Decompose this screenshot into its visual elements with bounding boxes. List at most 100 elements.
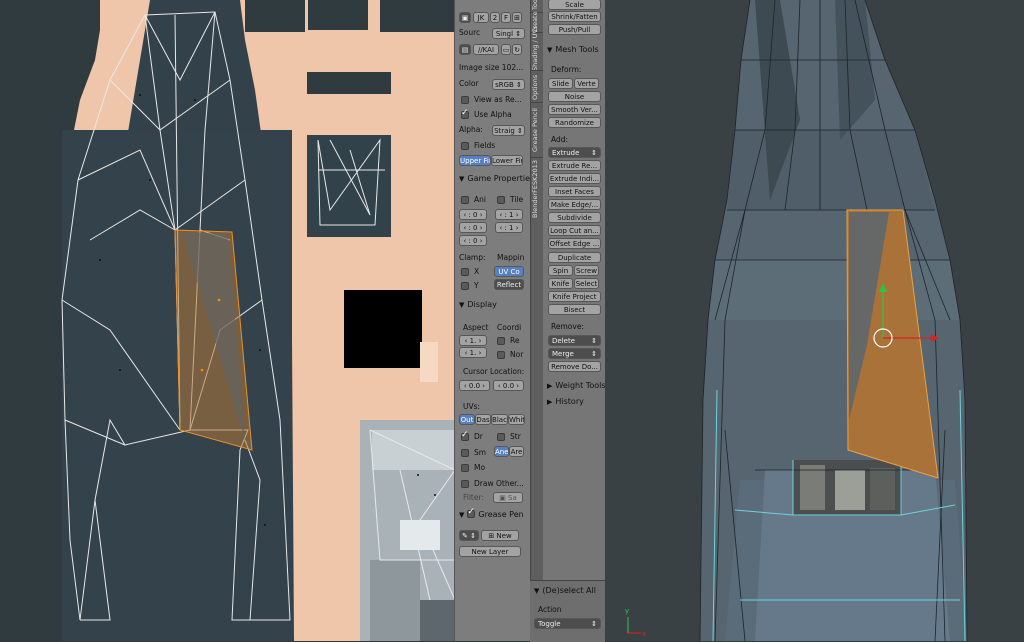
knife-select-button[interactable]: Select (574, 278, 599, 289)
make-edge-face-button[interactable]: Make Edge/... (548, 199, 601, 210)
repeat-label: Re (510, 336, 520, 345)
image-file-icon[interactable]: ▤ (459, 44, 471, 55)
inset-faces-button[interactable]: Inset Faces (548, 186, 601, 197)
filter-select[interactable]: ▣ Sa (493, 492, 523, 503)
new-grease-button[interactable]: ⊞ New (481, 530, 519, 541)
scale-button[interactable]: Scale (548, 0, 601, 10)
vertex-slide-button[interactable]: Verte (574, 78, 599, 89)
history-header[interactable]: ▶ History (547, 397, 584, 406)
subdivide-button[interactable]: Subdivide (548, 212, 601, 223)
upper-field-first-button[interactable]: Upper Fir (459, 155, 491, 166)
remove-label: Remove: (551, 322, 584, 331)
uv-editor-canvas[interactable] (0, 0, 455, 641)
stretch-angle-button[interactable]: Ane (494, 446, 509, 457)
fields-checkbox[interactable] (461, 142, 469, 150)
shrink-fatten-button[interactable]: Shrink/Fatten (548, 11, 601, 22)
tiles-y-field[interactable]: ‹ : 1 › (495, 222, 523, 233)
screw-button[interactable]: Screw (574, 265, 599, 276)
push-pull-button[interactable]: Push/Pull (548, 24, 601, 35)
knife-button[interactable]: Knife (548, 278, 573, 289)
bisect-button[interactable]: Bisect (548, 304, 601, 315)
stretch-area-button[interactable]: Are (509, 446, 524, 457)
remove-doubles-button[interactable]: Remove Do... (548, 361, 601, 372)
filepath-field[interactable]: //KAI (473, 44, 499, 55)
3d-viewport[interactable]: y x (605, 0, 1024, 641)
weight-tools-header[interactable]: ▶ Weight Tools (547, 381, 605, 390)
pencil-icon[interactable]: ✎ ⇕ (459, 530, 479, 541)
image-name-field[interactable]: JK (473, 12, 489, 23)
noise-button[interactable]: Noise (548, 91, 601, 102)
image-users-count[interactable]: 2 (490, 12, 500, 23)
mesh-tools-header[interactable]: ▼ Mesh Tools (547, 45, 599, 54)
folder-icon[interactable]: ▭ (501, 44, 511, 55)
image-browse-icon[interactable]: ▣ (459, 12, 471, 23)
draw-stretch-label: Dr (474, 432, 483, 441)
smooth-checkbox[interactable] (461, 449, 469, 457)
animated-checkbox[interactable] (461, 196, 469, 204)
uv-style-dash-button[interactable]: Das (475, 414, 491, 425)
delete-select[interactable]: Delete ⇕ (548, 335, 601, 346)
coordinates-label: Coordi (497, 323, 522, 332)
color-space-select[interactable]: sRGB ⇕ (492, 79, 525, 90)
extrude-select[interactable]: Extrude ⇕ (548, 147, 601, 158)
uv-style-outline-button[interactable]: Out (459, 414, 475, 425)
tab-shading-uvs[interactable]: Shading / UVs (531, 26, 543, 71)
reflect-button[interactable]: Reflect (494, 279, 524, 290)
anim-end-field[interactable]: ‹ : 0 › (459, 222, 487, 233)
randomize-button[interactable]: Randomize (548, 117, 601, 128)
grease-pencil-header[interactable]: ▼Grease Pen (459, 507, 524, 519)
slide-button[interactable]: Slide (548, 78, 573, 89)
uvs-label: UVs: (463, 402, 481, 411)
knife-project-button[interactable]: Knife Project (548, 291, 601, 302)
extrude-individual-button[interactable]: Extrude Indi... (548, 173, 601, 184)
tiles-x-field[interactable]: ‹ : 1 › (495, 209, 523, 220)
duplicate-button[interactable]: Duplicate (548, 252, 601, 263)
cursor-y-field[interactable]: ‹ 0.0 › (493, 380, 524, 391)
collapse-triangle-icon: ▼ (459, 301, 465, 309)
aspect-y-field[interactable]: ‹ 1. › (459, 347, 487, 358)
aspect-x-field[interactable]: ‹ 1. › (459, 335, 487, 346)
extrude-region-button[interactable]: Extrude Re... (548, 160, 601, 171)
collapse-triangle-icon: ▼ (459, 175, 465, 183)
spin-button[interactable]: Spin (548, 265, 573, 276)
cursor-x-field[interactable]: ‹ 0.0 › (459, 380, 490, 391)
use-alpha-checkbox[interactable] (461, 108, 469, 119)
uv-coord-button[interactable]: UV Co (494, 266, 524, 277)
view-as-render-checkbox[interactable] (461, 96, 469, 104)
action-select[interactable]: Toggle ⇕ (534, 618, 601, 629)
anim-speed-field[interactable]: ‹ : 0 › (459, 235, 487, 246)
tiles-checkbox[interactable] (497, 196, 505, 204)
tab-grease-pencil[interactable]: Grease Pencil (531, 102, 543, 158)
deselect-all-header[interactable]: ▼ (De)select All (534, 586, 596, 595)
new-layer-button[interactable]: New Layer (459, 546, 521, 557)
image-properties-panel: ▣ JK 2 F ⊞ Sourc Singl ⇕ ▤ //KAI ▭ ↻ Ima… (454, 0, 531, 641)
uv-style-black-button[interactable]: Blac (491, 414, 508, 425)
anim-start-field[interactable]: ‹ : 0 › (459, 209, 487, 220)
smooth-vertex-button[interactable]: Smooth Ver... (548, 104, 601, 115)
loop-cut-button[interactable]: Loop Cut an... (548, 225, 601, 236)
draw-other-checkbox[interactable] (461, 480, 469, 488)
tab-options[interactable]: Options (531, 70, 543, 103)
grease-pencil-checkbox[interactable] (467, 507, 476, 518)
fake-user-toggle[interactable]: F (501, 12, 511, 23)
reload-icon[interactable]: ↻ (512, 44, 522, 55)
draw-stretch-checkbox[interactable] (461, 430, 469, 441)
lower-field-first-button[interactable]: Lower Fir (491, 155, 523, 166)
tab-blenderfesk[interactable]: BlenderFESK2013 (531, 157, 543, 220)
clamp-x-checkbox[interactable] (461, 268, 469, 276)
source-label: Sourc (459, 28, 481, 37)
clamp-y-checkbox[interactable] (461, 282, 469, 290)
merge-select[interactable]: Merge ⇕ (548, 348, 601, 359)
game-properties-header[interactable]: ▼ Game Propertie (459, 174, 530, 183)
repeat-checkbox[interactable] (497, 337, 505, 345)
normalized-checkbox[interactable] (497, 351, 505, 359)
mapping-label: Mappin (497, 253, 525, 262)
image-new-icon[interactable]: ⊞ (512, 12, 522, 23)
stretch-checkbox[interactable] (497, 433, 505, 441)
alpha-mode-select[interactable]: Straig ⇕ (492, 125, 525, 136)
uv-style-white-button[interactable]: Whit (508, 414, 525, 425)
offset-edge-button[interactable]: Offset Edge ... (548, 238, 601, 249)
modified-checkbox[interactable] (461, 464, 469, 472)
source-select[interactable]: Singl ⇕ (492, 28, 525, 39)
display-header[interactable]: ▼ Display (459, 300, 497, 309)
